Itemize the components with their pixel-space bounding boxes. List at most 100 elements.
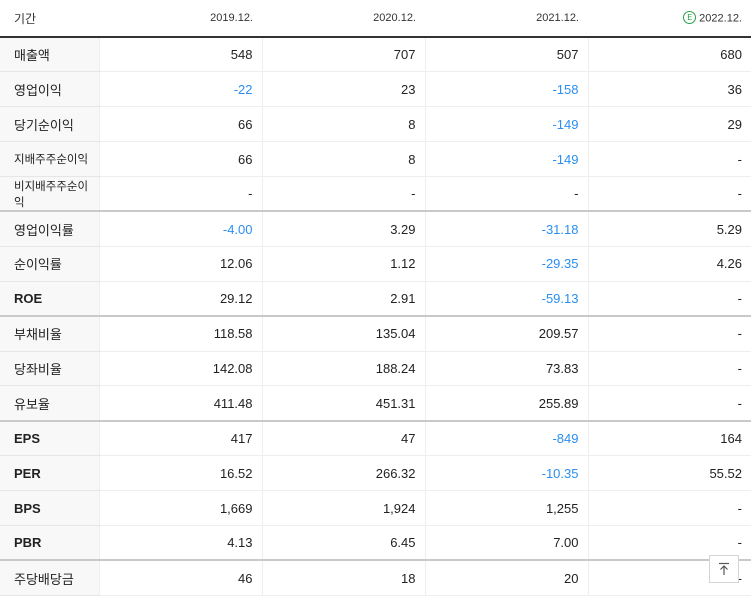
table-cell: 8: [261, 141, 425, 178]
table-cell: -849: [424, 419, 588, 457]
header-row: 기간 2019.12. 2020.12. 2021.12. E 2022.12.: [0, 0, 751, 38]
table-cell: 73.83: [424, 351, 588, 387]
row-label: 당기순이익: [0, 106, 99, 143]
table-cell: -149: [424, 141, 588, 178]
table-cell: 12.06: [98, 246, 262, 282]
table-cell: 23: [261, 71, 425, 108]
table-cell: -149: [424, 106, 588, 143]
table-row: 영업이익 -22 23 -158 36: [0, 71, 751, 108]
table-cell: -: [261, 176, 425, 212]
table-cell: 164: [587, 419, 751, 457]
table-cell: 548: [98, 37, 262, 73]
table-cell: -: [587, 351, 751, 387]
row-label: 순이익률: [0, 246, 99, 282]
table-cell: 7.00: [424, 525, 588, 561]
table-row: ROE 29.12 2.91 -59.13-: [0, 281, 751, 317]
table-cell: 255.89: [424, 385, 588, 422]
row-label: 주당배당금: [0, 559, 99, 596]
table-cell: 29.12: [98, 281, 262, 317]
table-cell: -29.35: [424, 246, 588, 282]
table-cell: 680: [587, 37, 751, 73]
table-cell: 16.52: [98, 455, 262, 492]
table-cell: -: [98, 176, 262, 212]
table-cell: 66: [98, 141, 262, 178]
table-cell: 142.08: [98, 351, 262, 387]
table-cell: 18: [261, 559, 425, 596]
row-label: PER: [0, 455, 99, 492]
table-cell: 36: [587, 71, 751, 108]
table-cell: 4.26: [587, 246, 751, 282]
table-cell: 3.29: [261, 210, 425, 247]
table-cell: 55.52: [587, 455, 751, 492]
table-cell: 6.45: [261, 525, 425, 561]
table-row: 매출액 548 707 507 680: [0, 37, 751, 73]
table-row: 비지배주주순이익 - - - -: [0, 176, 751, 212]
arrow-up-to-line-icon: [719, 562, 729, 575]
table-row: 주당배당금 46 18 20-: [0, 559, 751, 596]
table-cell: -: [587, 281, 751, 317]
table-cell: 507: [424, 37, 588, 73]
row-label: ROE: [0, 281, 99, 317]
scroll-to-top-button[interactable]: [709, 555, 739, 583]
table-cell: 47: [261, 419, 425, 457]
financial-summary-table: 기간 2019.12. 2020.12. 2021.12. E 2022.12. …: [0, 0, 751, 596]
table-row: 영업이익률 -4.00 3.29 -31.18 5.29: [0, 210, 751, 247]
table-cell: 118.58: [98, 315, 262, 352]
table-cell: -158: [424, 71, 588, 108]
table-cell: 451.31: [261, 385, 425, 422]
table-row: 지배주주순이익 66 8 -149-: [0, 141, 751, 178]
period-2022-label: 2022.12.: [699, 11, 742, 24]
table-cell: 1,255: [424, 490, 588, 526]
table-cell: -: [424, 176, 588, 212]
row-label: 지배주주순이익: [0, 141, 99, 178]
table-row: EPS 417 47 -849 164: [0, 419, 751, 457]
row-label: BPS: [0, 490, 99, 526]
table-cell: 20: [424, 559, 588, 596]
table-cell: 1.12: [261, 246, 425, 282]
table-cell: -10.35: [424, 455, 588, 492]
table-cell: -: [587, 385, 751, 422]
table-cell: 29: [587, 106, 751, 143]
table-row: 유보율 411.48 451.31 255.89-: [0, 385, 751, 422]
table-cell: -22: [98, 71, 262, 108]
table-cell: 5.29: [587, 210, 751, 247]
row-label: 유보율: [0, 385, 99, 422]
row-label: EPS: [0, 419, 99, 457]
period-header: 기간: [0, 0, 99, 38]
period-2021: 2021.12.: [425, 0, 588, 38]
row-label: 당좌비율: [0, 351, 99, 387]
row-label: 매출액: [0, 37, 99, 73]
period-2022-estimate: E 2022.12.: [588, 0, 751, 38]
table-cell: -: [587, 176, 751, 212]
table-cell: 417: [98, 419, 262, 457]
table-cell: 66: [98, 106, 262, 143]
row-label: 영업이익률: [0, 210, 99, 247]
table-cell: 4.13: [98, 525, 262, 561]
table-cell: 135.04: [261, 315, 425, 352]
table-row: 당기순이익 66 8 -149 29: [0, 106, 751, 143]
table-cell: 209.57: [424, 315, 588, 352]
table-cell: 1,669: [98, 490, 262, 526]
row-label: 영업이익: [0, 71, 99, 108]
table-cell: 707: [261, 37, 425, 73]
table-cell: -: [587, 141, 751, 178]
table-cell: 188.24: [261, 351, 425, 387]
table-cell: 1,924: [261, 490, 425, 526]
table-row: 순이익률 12.06 1.12 -29.35 4.26: [0, 246, 751, 282]
row-label: PBR: [0, 525, 99, 561]
table-cell: 2.91: [261, 281, 425, 317]
table-cell: -: [587, 490, 751, 526]
table-cell: 411.48: [98, 385, 262, 422]
period-2019: 2019.12.: [99, 0, 262, 38]
table-row: PER 16.52 266.32 -10.35 55.52: [0, 455, 751, 492]
table-row: BPS 1,669 1,924 1,255-: [0, 490, 751, 526]
period-2020: 2020.12.: [262, 0, 425, 38]
table-cell: -59.13: [424, 281, 588, 317]
table-row: 당좌비율 142.08 188.24 73.83-: [0, 351, 751, 387]
row-label: 부채비율: [0, 315, 99, 352]
row-label: 비지배주주순이익: [0, 176, 99, 212]
table-row: 부채비율 118.58 135.04 209.57-: [0, 315, 751, 352]
table-cell: 8: [261, 106, 425, 143]
table-cell: -4.00: [98, 210, 262, 247]
table-cell: 266.32: [261, 455, 425, 492]
